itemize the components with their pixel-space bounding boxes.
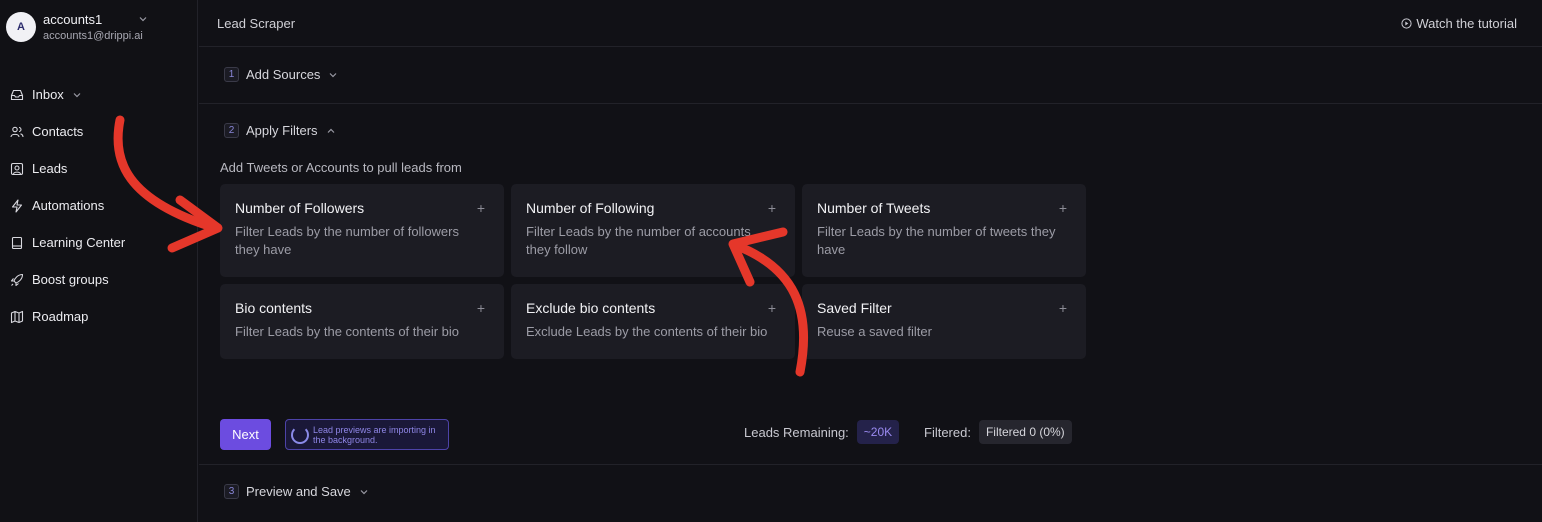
- chevron-down-icon: [330, 72, 337, 77]
- sidebar-item-contacts[interactable]: Contacts: [10, 113, 190, 150]
- filters-subtitle: Add Tweets or Accounts to pull leads fro…: [220, 160, 462, 175]
- sidebar-item-label: Roadmap: [32, 309, 89, 324]
- sidebar-item-label: Boost groups: [32, 272, 109, 287]
- watch-tutorial-link[interactable]: Watch the tutorial: [1401, 16, 1517, 31]
- leads-remaining-label: Leads Remaining:: [744, 424, 849, 440]
- plus-icon[interactable]: +: [768, 301, 776, 315]
- filter-description: Filter Leads by the number of accounts t…: [526, 224, 751, 257]
- filter-title: Bio contents: [235, 300, 313, 316]
- filter-title: Number of Tweets: [817, 200, 931, 216]
- filtered-label: Filtered:: [924, 424, 971, 440]
- sidebar-item-label: Automations: [32, 198, 105, 213]
- filter-description: Exclude Leads by the contents of their b…: [526, 324, 768, 339]
- step-preview-and-save[interactable]: 3 Preview and Save: [224, 484, 369, 499]
- sidebar: A accounts1 accounts1@drippi.ai Inbox Co…: [0, 0, 198, 522]
- filter-description: Reuse a saved filter: [817, 324, 932, 339]
- spinner-icon: [291, 425, 309, 444]
- filter-title: Number of Following: [526, 200, 655, 216]
- plus-icon[interactable]: +: [1059, 301, 1067, 315]
- sidebar-nav: Inbox Contacts Leads Automations Learnin…: [10, 76, 190, 335]
- sidebar-item-label: Learning Center: [32, 235, 126, 250]
- filter-card-tweets[interactable]: Number of Tweets Filter Leads by the num…: [802, 184, 1086, 277]
- sidebar-item-roadmap[interactable]: Roadmap: [10, 298, 190, 335]
- leads-remaining-badge: ~20K: [856, 420, 900, 444]
- leads-icon: [10, 162, 24, 175]
- sidebar-item-leads[interactable]: Leads: [10, 150, 190, 187]
- filter-footer: Next Lead previews are importing in the …: [220, 419, 1542, 450]
- watch-tutorial-label: Watch the tutorial: [1416, 15, 1517, 31]
- chevron-down-icon: [73, 92, 81, 97]
- leads-remaining: Leads Remaining: ~20K: [744, 419, 900, 445]
- step-label: Preview and Save: [246, 484, 351, 499]
- play-circle-icon: [1401, 17, 1412, 29]
- import-status-badge: Lead previews are importing in the backg…: [285, 419, 449, 450]
- step-number: 2: [224, 123, 239, 138]
- step-label: Add Sources: [246, 67, 321, 82]
- import-status-text: Lead previews are importing in the backg…: [313, 424, 436, 445]
- filter-description: Filter Leads by the number of followers …: [235, 224, 459, 257]
- chevron-down-icon: [360, 489, 368, 494]
- filter-grid: Number of Followers Filter Leads by the …: [220, 184, 1086, 359]
- filter-card-following[interactable]: Number of Following Filter Leads by the …: [511, 184, 795, 277]
- divider: [199, 103, 1542, 104]
- sidebar-item-learning-center[interactable]: Learning Center: [10, 224, 190, 261]
- main-content: Lead Scraper Watch the tutorial 1 Add So…: [199, 0, 1542, 522]
- step-add-sources[interactable]: 1 Add Sources: [224, 67, 338, 82]
- account-name: accounts1: [43, 11, 103, 27]
- next-button[interactable]: Next: [220, 419, 271, 450]
- chevron-up-icon: [327, 128, 334, 133]
- filtered-badge: Filtered 0 (0%): [978, 420, 1072, 444]
- map-icon: [10, 310, 24, 323]
- divider: [199, 464, 1542, 465]
- plus-icon[interactable]: +: [477, 301, 485, 315]
- filter-title: Saved Filter: [817, 300, 892, 316]
- step-apply-filters[interactable]: 2 Apply Filters: [224, 123, 336, 138]
- filter-card-exclude-bio[interactable]: Exclude bio contents Exclude Leads by th…: [511, 284, 795, 359]
- plus-icon[interactable]: +: [477, 201, 485, 215]
- filter-description: Filter Leads by the number of tweets the…: [817, 224, 1056, 257]
- users-icon: [10, 126, 24, 137]
- account-switcher[interactable]: A accounts1 accounts1@drippi.ai: [6, 10, 192, 44]
- filter-card-saved-filter[interactable]: Saved Filter Reuse a saved filter +: [802, 284, 1086, 359]
- step-number: 1: [224, 67, 239, 82]
- sidebar-item-boost-groups[interactable]: Boost groups: [10, 261, 190, 298]
- filter-title: Number of Followers: [235, 200, 365, 216]
- sidebar-item-label: Inbox: [32, 87, 64, 102]
- sidebar-item-label: Contacts: [32, 124, 84, 139]
- sidebar-item-inbox[interactable]: Inbox: [10, 76, 190, 113]
- book-icon: [11, 236, 23, 249]
- rocket-icon: [10, 273, 24, 286]
- sidebar-item-automations[interactable]: Automations: [10, 187, 190, 224]
- plus-icon[interactable]: +: [1059, 201, 1067, 215]
- filter-description: Filter Leads by the contents of their bi…: [235, 324, 460, 339]
- step-number: 3: [224, 484, 239, 499]
- lightning-icon: [11, 198, 23, 213]
- filtered-count: Filtered: Filtered 0 (0%): [924, 419, 1072, 445]
- top-bar: Lead Scraper Watch the tutorial: [199, 0, 1542, 47]
- inbox-icon: [10, 89, 24, 100]
- chevron-down-icon: [139, 17, 147, 22]
- filter-card-bio-contents[interactable]: Bio contents Filter Leads by the content…: [220, 284, 504, 359]
- account-email: accounts1@drippi.ai: [43, 29, 143, 42]
- sidebar-item-label: Leads: [32, 161, 68, 176]
- page-title: Lead Scraper: [217, 15, 296, 31]
- filter-title: Exclude bio contents: [526, 300, 656, 316]
- filter-card-followers[interactable]: Number of Followers Filter Leads by the …: [220, 184, 504, 277]
- avatar: A: [6, 12, 36, 42]
- plus-icon[interactable]: +: [768, 201, 776, 215]
- step-label: Apply Filters: [246, 123, 318, 138]
